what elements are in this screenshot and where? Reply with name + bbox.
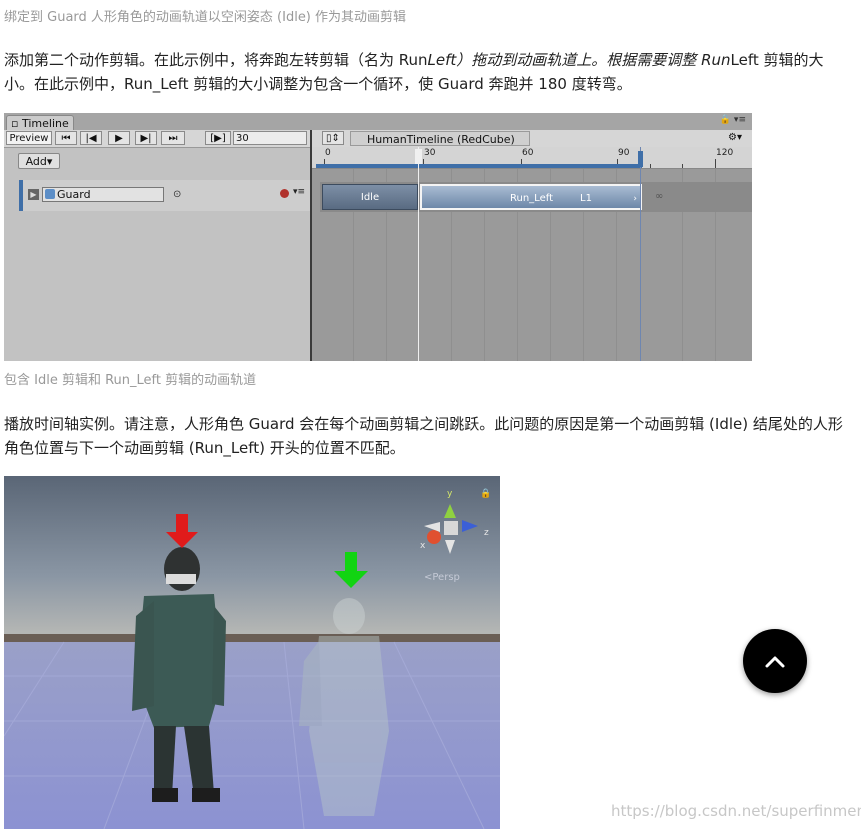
scene-view: y x z <Persp 🔒 (4, 476, 500, 829)
tab-timeline-label: Timeline (21, 117, 69, 130)
gizmo-center[interactable] (444, 521, 458, 535)
tab-timeline[interactable]: ▫ Timeline (6, 115, 74, 130)
end-marker (640, 147, 641, 361)
track-list-pane: Add▾ ▶ Guard ⊙ ▾≡ (4, 148, 310, 361)
timeline-tab-icon: ▫ (11, 117, 19, 130)
gizmo-z-label: z (484, 528, 489, 538)
previous-frame-icon[interactable]: |◀ (80, 131, 102, 145)
clip-run-left[interactable]: Run_Left L1 › (420, 184, 642, 210)
scene-illustration: y x z <Persp 🔒 (4, 476, 500, 829)
watermark: https://blog.csdn.net/superfinmeng (611, 802, 861, 820)
chevron-up-icon (765, 656, 785, 668)
preview-button[interactable]: Preview (6, 131, 52, 145)
paragraph-play-timeline: 播放时间轴实例。请注意，人形角色 Guard 会在每个动画剪辑之间跳跃。此问题的… (4, 415, 843, 457)
ruler-tick (650, 164, 651, 168)
animation-track-row: Idle Run_Left L1 › ∞ (320, 182, 752, 212)
breadcrumb[interactable]: HumanTimeline (RedCube) (350, 131, 530, 146)
target-picker-icon[interactable]: ⊙ (173, 189, 181, 200)
ruler-tick (682, 164, 683, 168)
caption-middle: 包含 Idle 剪辑和 Run_Left 剪辑的动画轨道 (4, 373, 257, 388)
go-to-end-icon[interactable]: ⏭ (161, 131, 185, 145)
lock-and-menu-icon[interactable]: 🔒 ▾≡ (720, 115, 746, 125)
lock-icon[interactable]: 🔒 (480, 488, 491, 499)
ruler-label: 90 (618, 148, 630, 158)
animation-track-header[interactable]: ▶ Guard ⊙ ▾≡ (19, 180, 310, 211)
ruler-tick (715, 159, 716, 168)
ground-plane (4, 642, 500, 829)
clip-idle[interactable]: Idle (322, 184, 418, 210)
clip-edit-mode-icon[interactable]: ▯⇕ (322, 131, 344, 145)
playhead-handle[interactable] (415, 149, 422, 164)
go-to-start-icon[interactable]: ⏮ (55, 131, 77, 145)
play-icon[interactable]: ▶ (108, 131, 130, 145)
timeline-toolbar: Preview ⏮ |◀ ▶ ▶| ⏭ [▶] 30 ▯⇕ HumanTimel… (4, 130, 752, 148)
play-range-bar (316, 164, 642, 168)
gameobject-icon (45, 189, 55, 199)
gizmo-y-label: y (447, 489, 453, 499)
track-menu-icon[interactable]: ▾≡ (293, 187, 305, 197)
clip-area (312, 148, 752, 361)
clip-arrow-icon: › (633, 194, 637, 204)
end-marker-handle[interactable] (638, 151, 643, 167)
loop-label: L1 (580, 193, 592, 204)
gizmo-x-label: x (420, 541, 426, 551)
playhead[interactable] (418, 147, 419, 361)
timeline-tab-bar: ▫ Timeline 🔒 ▾≡ (4, 113, 752, 130)
add-button[interactable]: Add▾ (18, 153, 60, 169)
clip-label: Idle (360, 192, 380, 203)
frame-field[interactable]: 30 (233, 131, 307, 145)
expand-arrow-icon[interactable]: ▶ (28, 189, 39, 200)
gear-icon[interactable]: ⚙▾ (722, 131, 748, 145)
caption-top: 绑定到 Guard 人形角色的动画轨道以空闲姿态 (Idle) 作为其动画剪辑 (4, 10, 407, 25)
paragraph-text: 添加第二个动作剪辑。在此示例中，将奔跑左转剪辑（名为 Run (4, 51, 428, 69)
ruler-label: 60 (522, 148, 534, 158)
gizmo-x-axis[interactable] (427, 530, 441, 544)
paragraph-italic-text: Left）拖动到动画轨道上。根据需要调整 Run (427, 51, 731, 69)
ruler-label: 0 (325, 148, 331, 158)
record-icon[interactable] (280, 189, 289, 198)
clip-label: Run_Left (510, 193, 553, 204)
timeline-window: ▫ Timeline 🔒 ▾≡ Preview ⏮ |◀ ▶ ▶| ⏭ [▶] … (4, 113, 752, 361)
persp-label[interactable]: <Persp (424, 572, 460, 583)
time-ruler[interactable]: 0 30 60 90 120 (312, 147, 752, 169)
ruler-label: 120 (716, 148, 734, 158)
infinity-icon: ∞ (655, 191, 664, 202)
ruler-label: 30 (424, 148, 436, 158)
scroll-to-top-button[interactable] (743, 629, 807, 693)
track-binding-field[interactable]: Guard (42, 187, 164, 202)
play-range-button[interactable]: [▶] (205, 131, 231, 145)
next-frame-icon[interactable]: ▶| (135, 131, 157, 145)
paragraph-add-clip: 添加第二个动作剪辑。在此示例中，将奔跑左转剪辑（名为 RunLeft）拖动到动画… (4, 48, 849, 96)
